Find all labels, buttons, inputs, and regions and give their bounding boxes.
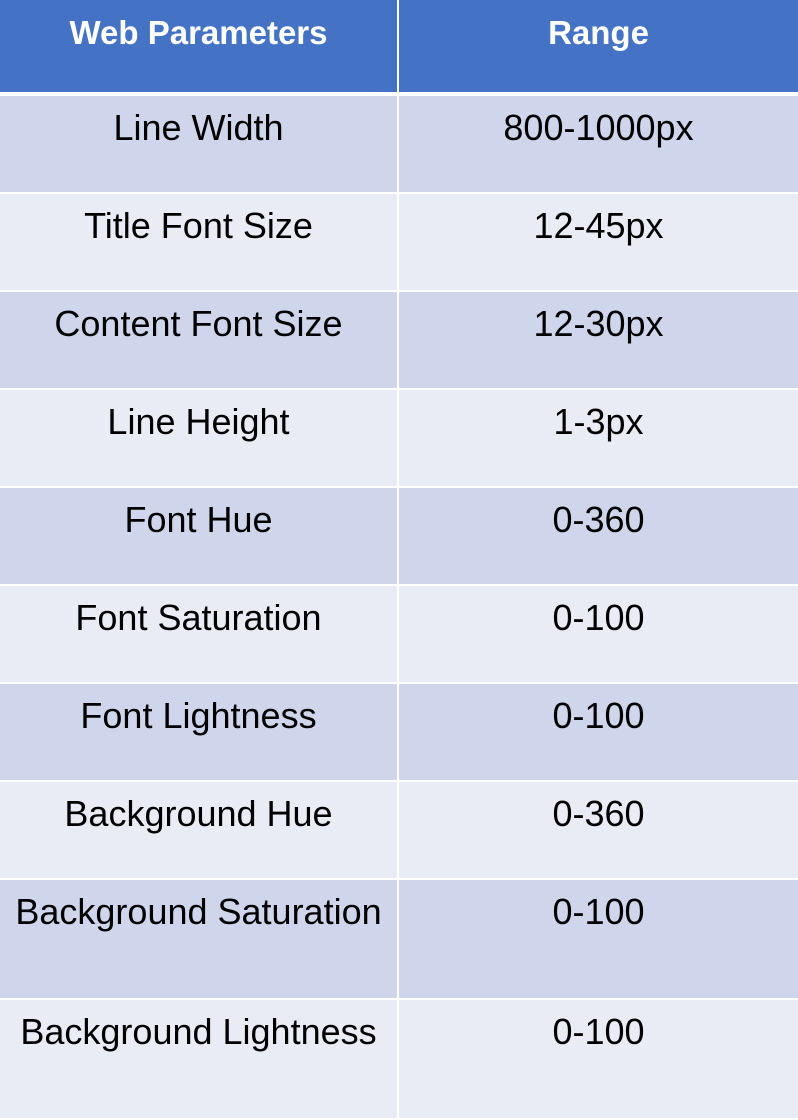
parameter-cell: Line Width [0, 96, 399, 192]
table-row: Background Lightness 0-100 [0, 1000, 798, 1120]
parameter-cell: Background Hue [0, 782, 399, 878]
range-cell: 800-1000px [503, 107, 694, 148]
parameter-cell: Font Saturation [0, 586, 399, 682]
table-row: Background Hue 0-360 [0, 782, 798, 880]
range-cell: 1-3px [553, 401, 644, 442]
range-cell: 0-100 [552, 597, 645, 638]
table-header-row: Web Parameters Range [0, 0, 798, 96]
parameter-cell: Content Font Size [0, 292, 399, 388]
header-range: Range [548, 14, 649, 51]
range-cell: 0-100 [552, 891, 645, 932]
parameter-cell: Background Saturation [0, 880, 399, 998]
header-web-parameters: Web Parameters [0, 0, 399, 92]
parameter-cell: Title Font Size [0, 194, 399, 290]
table-row: Line Width 800-1000px [0, 96, 798, 194]
table-row: Font Lightness 0-100 [0, 684, 798, 782]
range-cell: 12-30px [533, 303, 664, 344]
parameter-cell: Line Height [0, 390, 399, 486]
range-cell: 0-360 [552, 499, 645, 540]
parameters-table: Web Parameters Range Line Width 800-1000… [0, 0, 798, 1120]
range-cell: 0-100 [552, 695, 645, 736]
table-row: Font Hue 0-360 [0, 488, 798, 586]
table-row: Background Saturation 0-100 [0, 880, 798, 1000]
range-cell: 0-100 [552, 1011, 645, 1052]
parameter-cell: Font Hue [0, 488, 399, 584]
range-cell: 0-360 [552, 793, 645, 834]
range-cell: 12-45px [533, 205, 664, 246]
parameter-cell: Background Lightness [0, 1000, 399, 1118]
parameter-cell: Font Lightness [0, 684, 399, 780]
table-row: Content Font Size 12-30px [0, 292, 798, 390]
table-row: Title Font Size 12-45px [0, 194, 798, 292]
table-row: Font Saturation 0-100 [0, 586, 798, 684]
table-row: Line Height 1-3px [0, 390, 798, 488]
